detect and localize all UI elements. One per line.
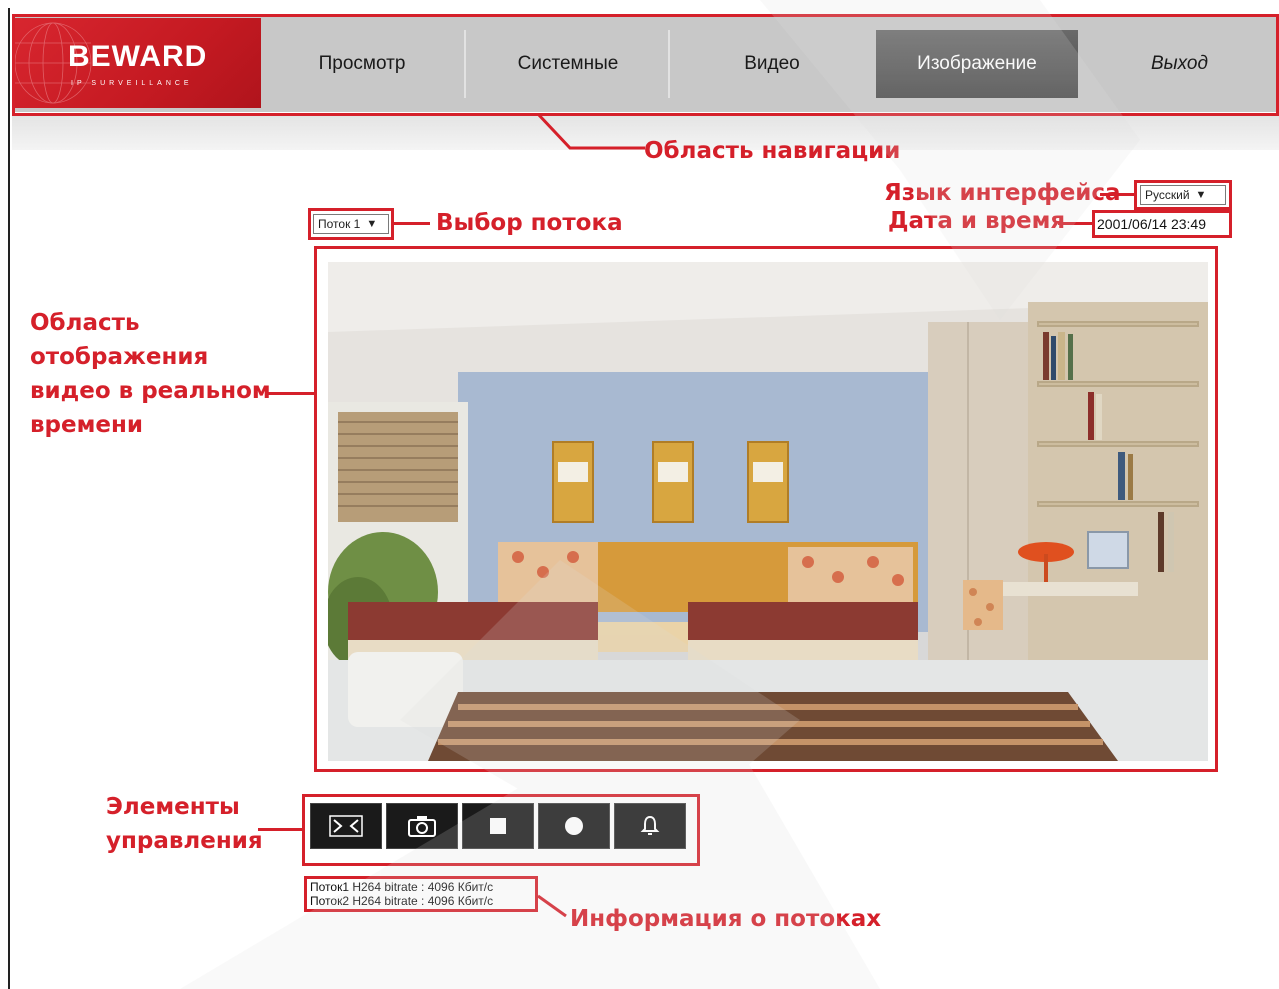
annotation-stream-info: Информация о потоках [570,906,882,932]
annotation-stream-select: Выбор потока [436,210,623,236]
stream-info-line: Поток2 H264 bitrate : 4096 Кбит/с [310,894,494,908]
stream-info: Поток1 H264 bitrate : 4096 Кбит/с Поток2… [310,880,493,908]
datetime-pointer [1058,222,1094,225]
annotation-controls-line: Элементы [106,794,240,820]
annotation-video-line: Область [30,310,140,336]
stream-select-pointer [394,222,430,225]
annotation-video-area: Область отображения видео в реальном вре… [30,306,271,442]
snapshot-button[interactable] [386,803,458,849]
camera-snapshot-icon [408,816,436,837]
navigation-pointer [536,112,645,150]
record-button[interactable] [538,803,610,849]
stop-icon [490,818,506,834]
navigation-frame [12,14,1279,116]
chevron-down-icon: ▼ [1195,189,1207,201]
chevron-down-icon: ▼ [366,218,378,230]
language-pointer [1100,193,1136,196]
alarm-bell-icon [640,815,660,835]
annotation-datetime: Дата и время [888,208,1066,234]
stream-select-value: Поток 1 [318,217,361,231]
controls-pointer [258,828,302,831]
language-select-value: Русский [1145,188,1190,202]
annotation-video-line: отображения [30,344,209,370]
stream-select[interactable]: Поток 1 ▼ [313,214,389,234]
record-icon [565,817,583,835]
live-video-view[interactable] [328,262,1208,761]
language-select[interactable]: Русский ▼ [1140,185,1226,205]
annotation-controls-line: управления [106,828,263,854]
room-scene-image [328,262,1208,761]
fullscreen-icon [329,815,363,837]
video-pointer [268,392,314,395]
stop-button[interactable] [462,803,534,849]
annotation-controls: Элементы управления [106,790,263,858]
annotation-video-line: времени [30,412,144,438]
fullscreen-button[interactable] [310,803,382,849]
stream-info-line: Поток1 H264 bitrate : 4096 Кбит/с [310,880,494,894]
annotation-video-line: видео в реальном [30,378,271,404]
alarm-button[interactable] [614,803,686,849]
page-edge [8,8,10,989]
datetime-display: 2001/06/14 23:49 [1097,216,1206,232]
annotation-navigation: Область навигации [644,138,901,164]
